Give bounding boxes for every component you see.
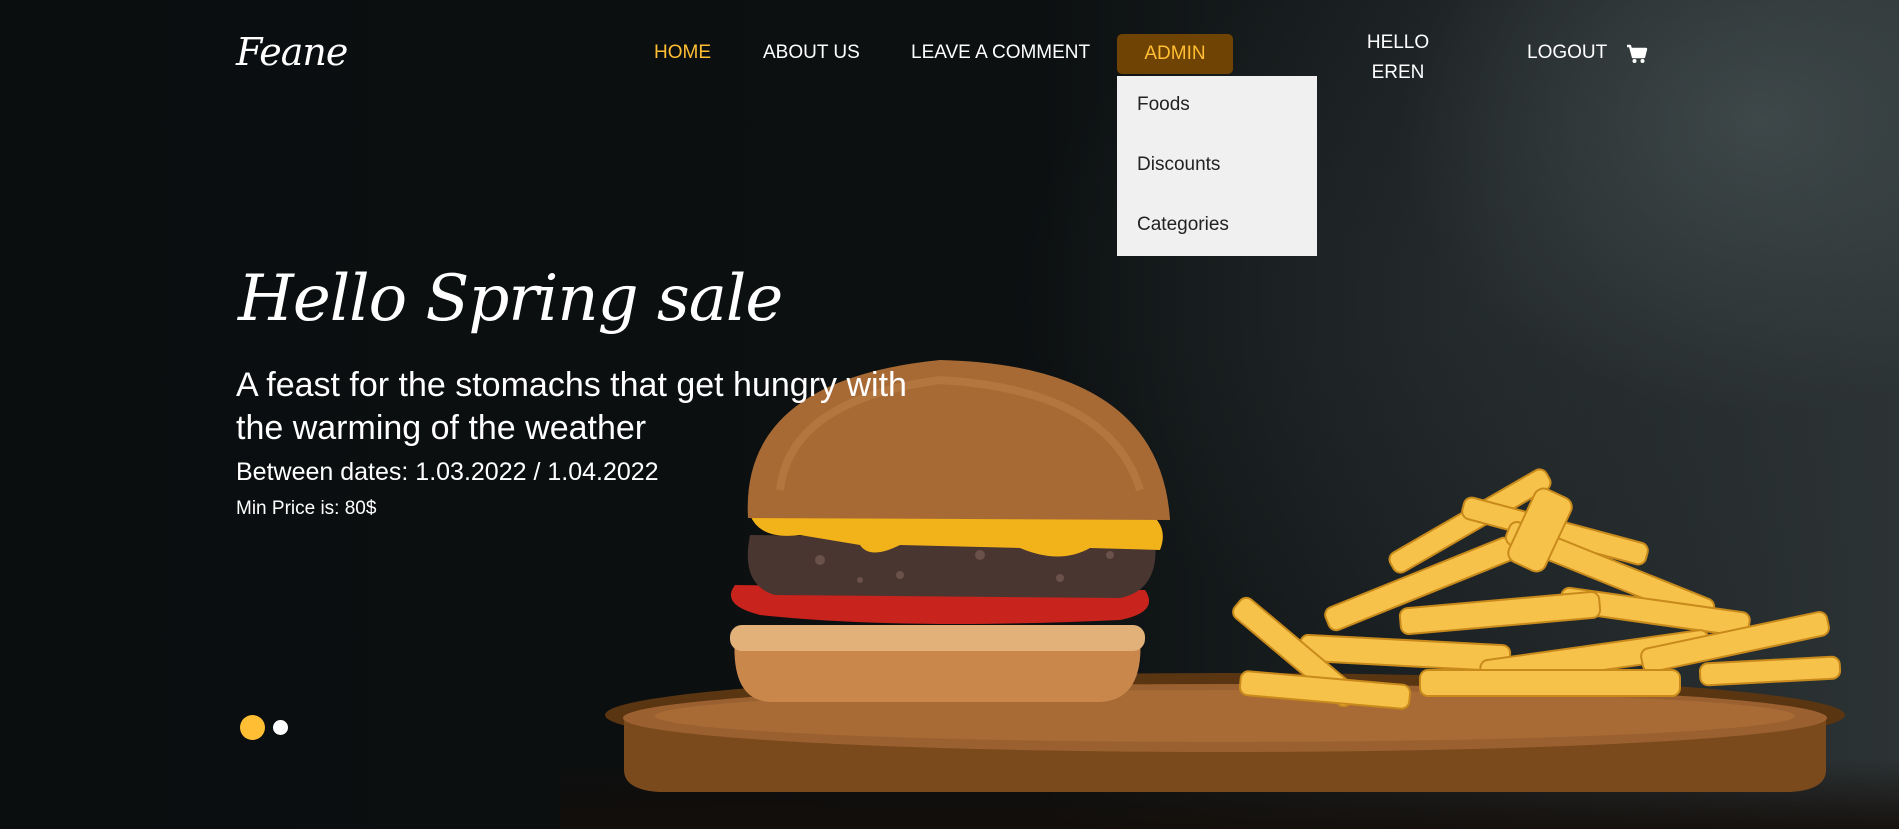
admin-dropdown-menu: Foods Discounts Categories bbox=[1117, 76, 1317, 256]
nav-admin-button[interactable]: ADMIN bbox=[1117, 34, 1233, 74]
hero-min-price: Min Price is: 80$ bbox=[236, 498, 377, 519]
brand-logo[interactable]: Feane bbox=[236, 30, 348, 74]
carousel-indicator-1[interactable] bbox=[240, 715, 265, 740]
hero-dates: Between dates: 1.03.2022 / 1.04.2022 bbox=[236, 458, 659, 486]
logout-link[interactable]: LOGOUT bbox=[1527, 42, 1607, 64]
hero-title: Hello Spring sale bbox=[238, 262, 783, 336]
admin-menu-discounts[interactable]: Discounts bbox=[1137, 154, 1220, 176]
admin-menu-foods[interactable]: Foods bbox=[1137, 94, 1190, 116]
user-greeting: HELLO EREN bbox=[1366, 32, 1430, 83]
nav-home[interactable]: HOME bbox=[654, 42, 711, 64]
nav-leave-a-comment[interactable]: LEAVE A COMMENT bbox=[911, 42, 1090, 64]
cart-icon[interactable] bbox=[1626, 44, 1648, 64]
hero-subtitle: A feast for the stomachs that get hungry… bbox=[236, 366, 907, 447]
nav-about-us[interactable]: ABOUT US bbox=[763, 42, 860, 64]
nav-admin-label: ADMIN bbox=[1144, 43, 1206, 64]
admin-menu-categories[interactable]: Categories bbox=[1137, 214, 1229, 236]
carousel-indicator-2[interactable] bbox=[273, 720, 288, 735]
